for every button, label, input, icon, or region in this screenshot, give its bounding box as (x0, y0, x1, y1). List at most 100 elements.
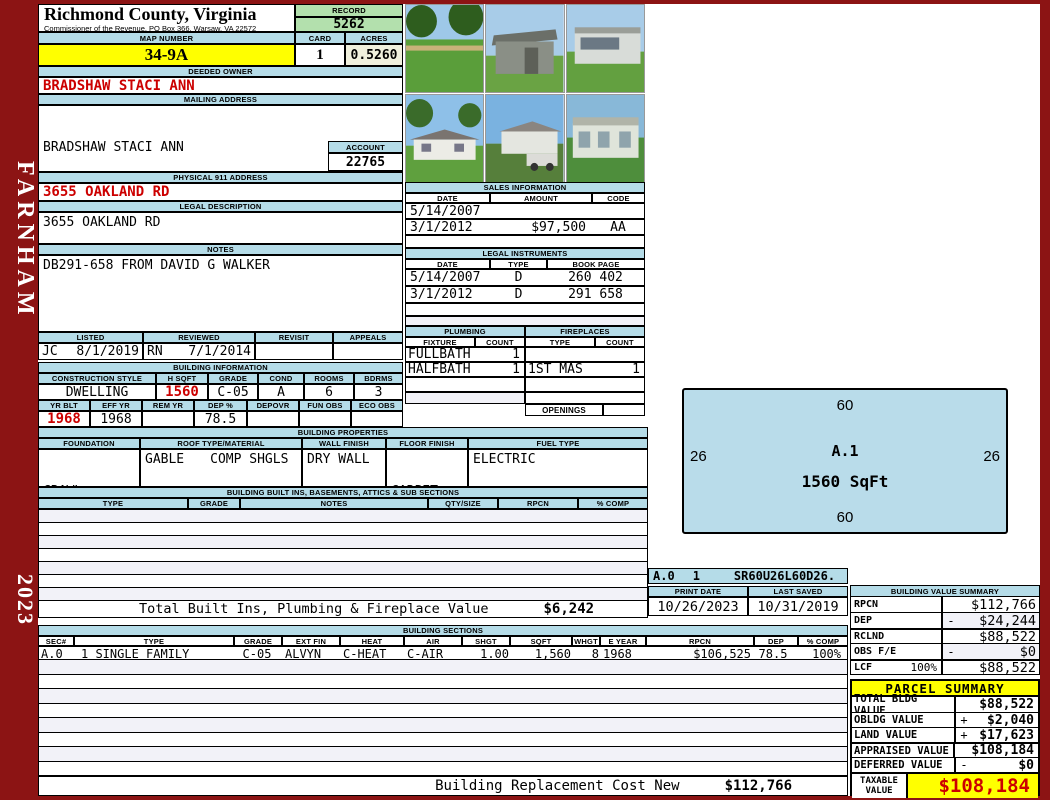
review-value-row: JC 8/1/2019 RN 7/1/2014 (38, 343, 403, 360)
sales-row-2: 3/1/2012 $97,500 AA (405, 219, 645, 235)
account-box: ACCOUNT 22765 (328, 141, 403, 171)
remyr-value (142, 411, 194, 427)
empty-row (39, 704, 847, 718)
listed-date: 8/1/2019 (76, 344, 139, 359)
bi-grade-label: GRADE (188, 498, 240, 509)
appeals-value (333, 343, 403, 360)
openings-label: OPENINGS (525, 404, 603, 416)
deeded-owner-label: DEEDED OWNER (38, 66, 403, 77)
wall-finish-label: WALL FINISH (302, 438, 386, 449)
grade-label: GRADE (208, 373, 258, 384)
sketch-code-card: 1 (692, 569, 700, 583)
record-value: 5262 (295, 17, 403, 32)
vs-row-rpcn: RPCN $112,766 (851, 597, 1039, 613)
sales-title: SALES INFORMATION (405, 182, 645, 193)
physical-address-value: 3655 OAKLAND RD (38, 183, 403, 201)
legal-description-value: 3655 OAKLAND RD (38, 212, 403, 244)
fireplace-type-label: TYPE (525, 337, 595, 347)
dep-pct-value: 78.5 (194, 411, 247, 427)
building-properties-headers: FOUNDATION ROOF TYPE/MATERIAL WALL FINIS… (38, 438, 648, 449)
last-saved-value: 10/31/2019 (748, 597, 848, 616)
funobs-label: FUN OBS (299, 400, 351, 411)
instruments-headers: DATE TYPE BOOK PAGE (405, 259, 645, 269)
built-ins-empty-rows (38, 509, 648, 600)
property-photo-2[interactable] (485, 4, 565, 94)
building-info-title: BUILDING INFORMATION (38, 362, 403, 373)
roof-label: ROOF TYPE/MATERIAL (140, 438, 302, 449)
card-content: Richmond County, Virginia Commissioner o… (38, 0, 1040, 798)
property-photo-1[interactable] (405, 0, 485, 94)
building-properties-title: BUILDING PROPERTIES (38, 427, 648, 438)
sketch-section-label: A.1 (831, 442, 859, 460)
reviewed-value: RN 7/1/2014 (143, 343, 255, 360)
instruments-row-1: 5/14/2007 D 260 402 (405, 269, 645, 286)
map-value-row: 34-9A 1 0.5260 (38, 44, 403, 66)
funobs-value (299, 411, 351, 427)
revisit-label: REVISIT (255, 332, 333, 343)
map-number-value: 34-9A (38, 44, 295, 66)
empty-row (39, 747, 847, 762)
depovr-label: DEPOVR (247, 400, 299, 411)
account-value: 22765 (328, 153, 403, 171)
dates-headers: PRINT DATE LAST SAVED (648, 586, 848, 597)
empty-row (39, 762, 847, 774)
built-ins-title: BUILDING BUILT INS, BASEMENTS, ATTICS & … (38, 487, 648, 498)
building-sections-empty-rows (38, 660, 848, 776)
building-info-values2: 1968 1968 78.5 (38, 411, 403, 427)
card-value: 1 (295, 44, 345, 66)
reviewed-by: RN (147, 344, 163, 359)
empty-row (39, 660, 847, 675)
plumb-fire-row-3 (405, 377, 645, 392)
district-label: FARNHAM (12, 160, 38, 320)
sketch-code-section: A.0 (653, 569, 675, 583)
built-ins-total-row: Total Built Ins, Plumbing & Fireplace Va… (38, 600, 648, 618)
instruments-row-2: 3/1/2012 D 291 658 (405, 286, 645, 303)
empty-row (39, 689, 847, 704)
replacement-cost-value: $112,766 (724, 778, 792, 794)
empty-row (39, 588, 647, 600)
property-photo-4[interactable] (405, 94, 485, 184)
cond-label: COND (258, 373, 304, 384)
print-date-label: PRINT DATE (648, 586, 748, 597)
empty-row (39, 510, 647, 523)
floor-finish-label: FLOOR FINISH (386, 438, 468, 449)
notes-label: NOTES (38, 244, 403, 255)
sketch-dim-bottom: 60 (836, 509, 854, 526)
empty-row (39, 675, 847, 689)
inst-type-label: TYPE (490, 259, 547, 269)
sketch-sqft-label: 1560 SqFt (801, 472, 889, 491)
empty-row (39, 718, 847, 733)
foundation-label: FOUNDATION (38, 438, 140, 449)
physical-address-label: PHYSICAL 911 ADDRESS (38, 172, 403, 183)
building-info-header2: YR BLT EFF YR REM YR DEP % DEPOVR FUN OB… (38, 400, 403, 411)
empty-row (39, 562, 647, 575)
instruments-empty-row (405, 303, 645, 316)
plumb-fire-headers: FIXTURE COUNT TYPE COUNT (405, 337, 645, 347)
sketch-dim-top: 60 (836, 397, 854, 414)
property-photo-5[interactable] (485, 94, 565, 184)
building-sections-data-row: A.0 1 SINGLE FAMILY C-05 ALVYN C-HEAT C-… (38, 646, 848, 661)
empty-row (39, 575, 647, 588)
bdrms-value: 3 (354, 384, 403, 400)
building-sections-footer: Building Replacement Cost New $112,766 (38, 776, 848, 796)
property-photo-6[interactable] (565, 94, 645, 184)
rooms-value: 6 (304, 384, 354, 400)
taxable-value-label: TAXABLE VALUE (852, 774, 908, 798)
county-header: Richmond County, Virginia Commissioner o… (38, 4, 295, 33)
property-photo-3[interactable] (565, 4, 645, 94)
ps-row-land: LAND VALUE + $17,623 (852, 727, 1038, 743)
listed-label: LISTED (38, 332, 143, 343)
instruments-empty-row (405, 316, 645, 326)
acres-label: ACRES (345, 32, 403, 44)
building-sections-headers: SEC# TYPE GRADE EXT FIN HEAT AIR SHGT SQ… (38, 636, 848, 646)
tax-year-label: 2023 (13, 574, 38, 626)
vs-row-rclnd: RCLND $88,522 (851, 628, 1039, 645)
wall-finish-value: DRY WALL (302, 449, 386, 487)
inst-bookpage-label: BOOK PAGE (547, 259, 645, 269)
listed-value: JC 8/1/2019 (38, 343, 143, 360)
building-value-summary: BUILDING VALUE SUMMARY RPCN $112,766 DEP… (850, 585, 1040, 676)
bi-type-label: TYPE (38, 498, 188, 509)
print-date-value: 10/26/2023 (648, 597, 748, 616)
building-info-values1: DWELLING 1560 C-05 A 6 3 (38, 384, 403, 400)
revisit-value (255, 343, 333, 360)
